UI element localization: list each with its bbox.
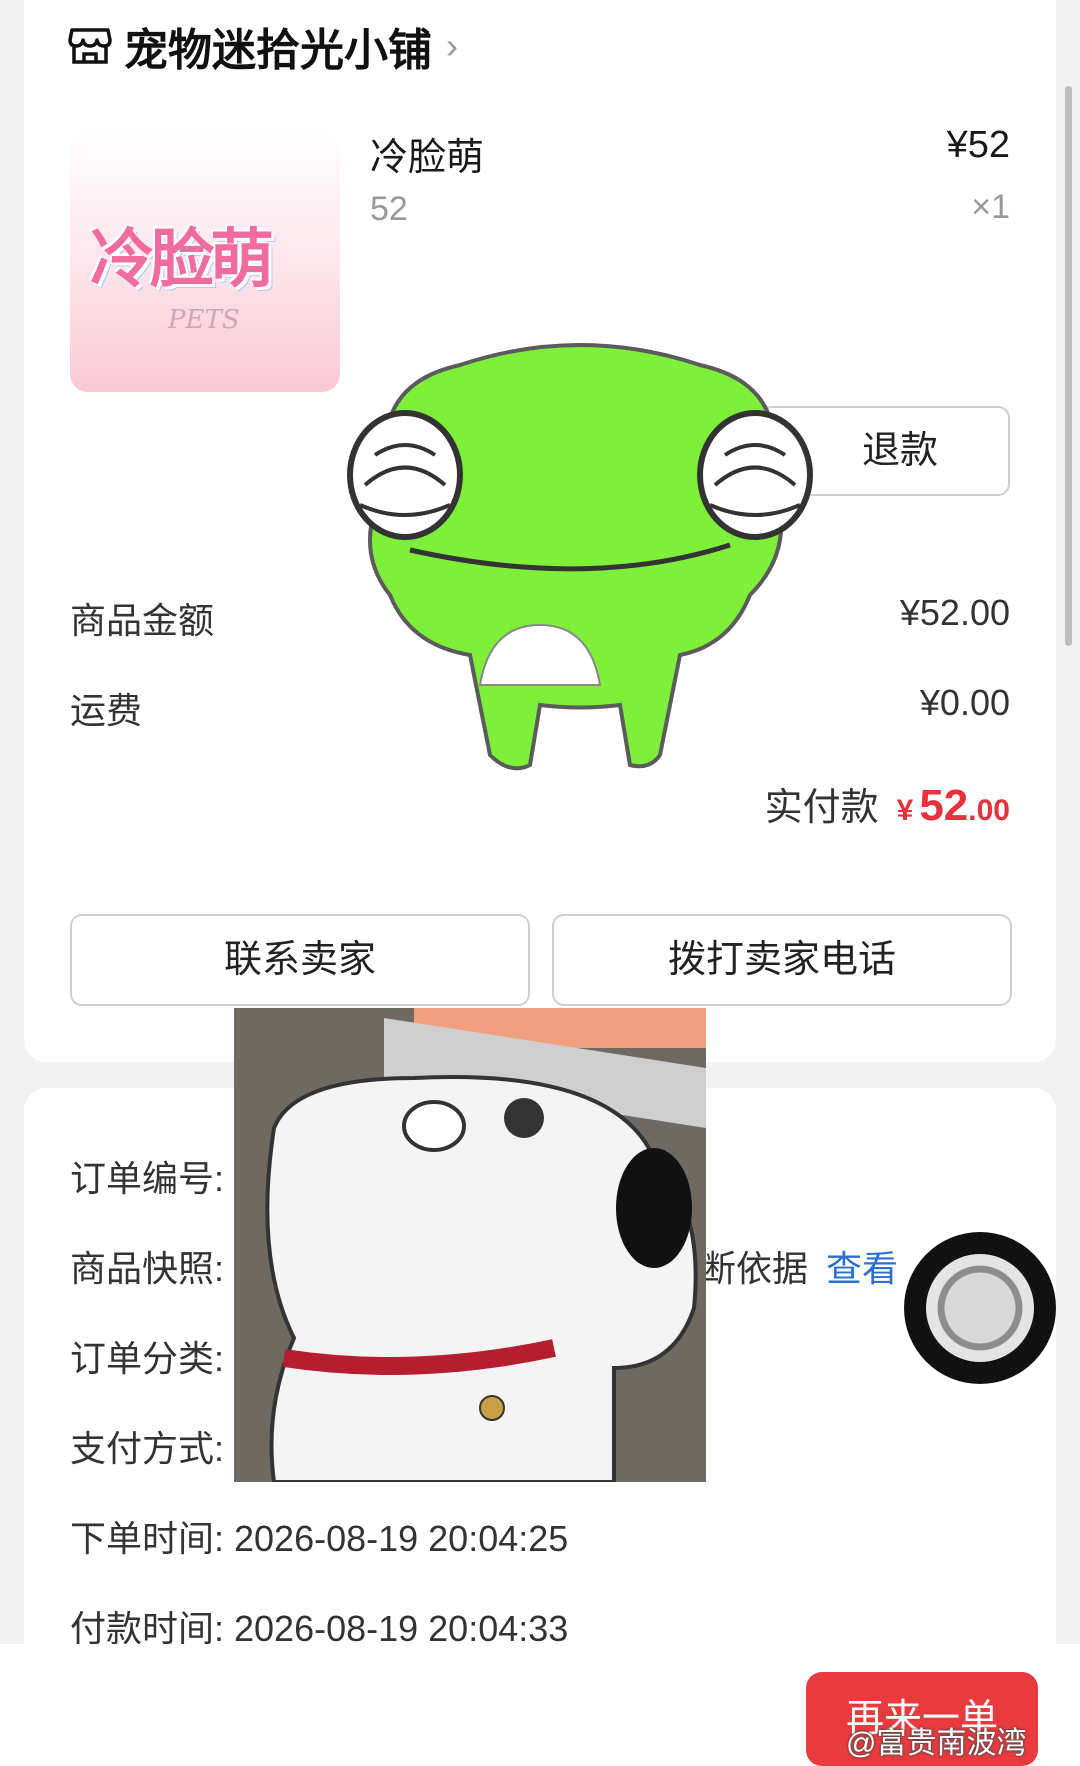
frog-sticker <box>347 343 813 771</box>
payment-method-label: 支付方式: <box>70 1428 225 1469</box>
chevron-right-icon[interactable]: › <box>446 25 458 67</box>
product-spec: 52 <box>370 190 408 228</box>
order-category-label: 订单分类: <box>70 1338 225 1379</box>
thumbnail-sub-text: PETS <box>168 305 240 335</box>
product-name[interactable]: 冷脸萌 <box>370 126 484 181</box>
snapshot-partial-text: 断依据 <box>700 1248 809 1289</box>
shop-name[interactable]: 宠物迷拾光小铺 <box>124 14 432 78</box>
dog-sticker <box>234 1008 706 1482</box>
snapshot-view-link[interactable]: 查看 <box>826 1248 898 1289</box>
product-price: ¥52 <box>946 124 1010 166</box>
floating-assistive-button[interactable] <box>904 1232 1056 1384</box>
thumbnail-logo-text: 冷脸萌 <box>90 223 274 295</box>
order-time: 下单时间: 2026-08-19 20:04:25 <box>70 1518 569 1559</box>
paid-amount-integer: 52 <box>919 781 969 830</box>
shop-header[interactable]: 宠物迷拾光小铺 › <box>68 18 458 75</box>
order-number-label: 订单编号: <box>70 1158 225 1199</box>
scrollbar[interactable] <box>1065 86 1072 646</box>
snapshot-row-right: 断依据 查看 <box>700 1240 898 1292</box>
goods-amount-label: 商品金额 <box>70 600 215 641</box>
goods-amount-value: ¥52.00 <box>899 592 1010 633</box>
call-seller-button[interactable]: 拨打卖家电话 <box>552 914 1012 1006</box>
watermark: @富贵南波湾 <box>846 1727 1027 1760</box>
paid-amount-decimal: .00 <box>968 794 1010 827</box>
product-thumbnail[interactable]: 冷脸萌 PETS <box>70 130 340 392</box>
product-quantity: ×1 <box>971 188 1010 226</box>
paid-currency: ¥ <box>896 794 914 827</box>
shop-icon <box>68 28 112 64</box>
contact-seller-button[interactable]: 联系卖家 <box>70 914 530 1006</box>
shipping-label: 运费 <box>70 690 143 731</box>
snapshot-label: 商品快照: <box>70 1248 225 1289</box>
shipping-value: ¥0.00 <box>919 682 1010 723</box>
